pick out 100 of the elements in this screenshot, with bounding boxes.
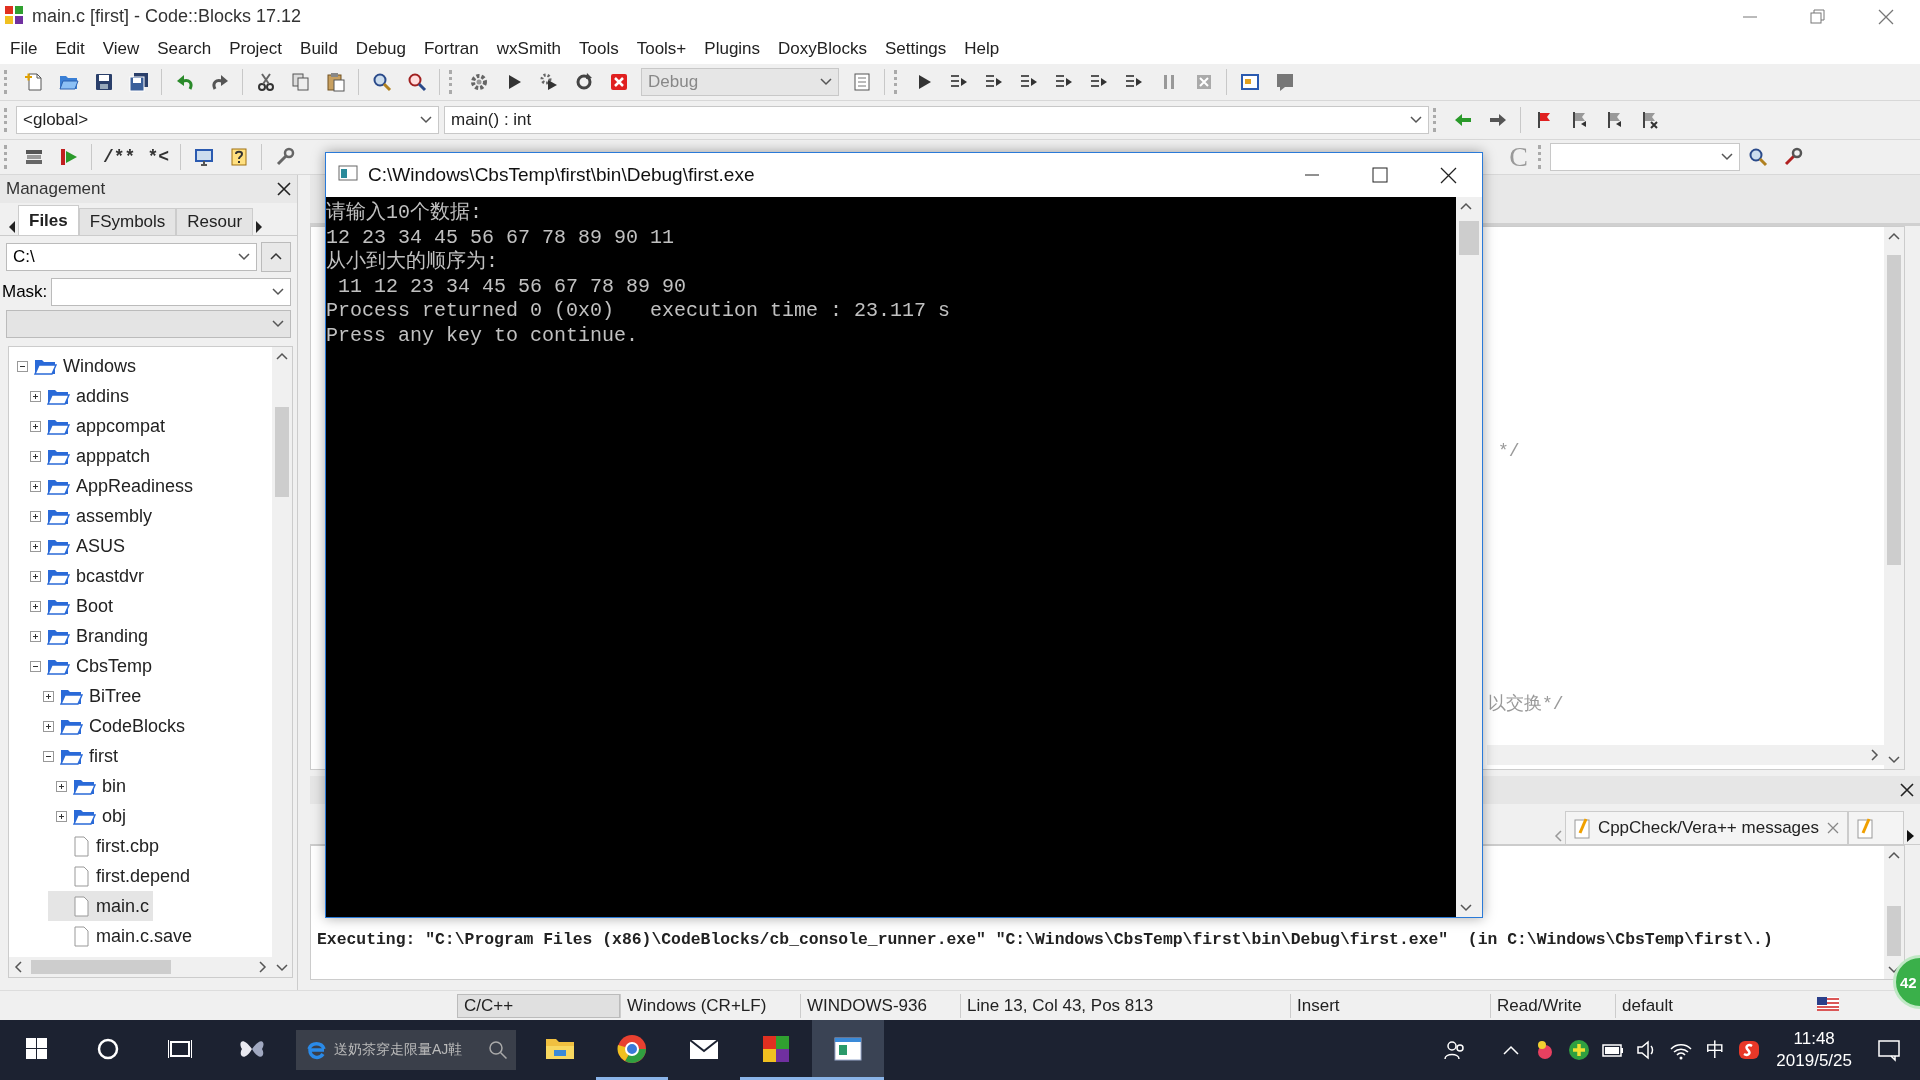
doxygen-button[interactable]: /** [97, 142, 142, 172]
tree-item[interactable]: Branding [22, 621, 149, 651]
menu-item[interactable]: Search [148, 34, 221, 63]
arrow-icon[interactable] [58, 147, 79, 167]
clipboard-icon[interactable] [325, 72, 346, 92]
tree-item[interactable]: bcastdvr [22, 561, 145, 591]
scrollbar-thumb[interactable] [275, 407, 289, 497]
plus-icon[interactable] [1568, 1039, 1591, 1061]
menu-item[interactable]: File [1, 34, 47, 63]
menu-item[interactable]: Tools [570, 34, 628, 63]
tree-item[interactable]: CbsTemp [22, 651, 153, 681]
tree-item[interactable]: CodeBlocks [35, 711, 186, 741]
scrollbar-thumb[interactable] [1887, 255, 1901, 565]
tree-item[interactable]: ASUS [22, 531, 126, 561]
tree-item[interactable]: addins [22, 381, 130, 411]
tree-item[interactable]: first [35, 741, 118, 771]
function-dropdown[interactable]: main() : int [444, 106, 1429, 134]
tab[interactable]: CppCheck/Vera++ messages [1564, 811, 1848, 844]
tree-item[interactable]: BiTree [35, 681, 142, 711]
up-button[interactable] [261, 242, 291, 272]
expand-icon[interactable] [43, 720, 54, 732]
save-icon[interactable] [93, 72, 114, 92]
wrench-icon[interactable] [274, 147, 295, 167]
expand-icon[interactable] [43, 690, 54, 702]
notification-icon[interactable] [1877, 1038, 1901, 1062]
clock-time[interactable]: 11:48 [1793, 1028, 1835, 1050]
menu-item[interactable]: wxSmith [487, 34, 570, 63]
scrollbar-thumb[interactable] [1887, 906, 1901, 956]
expand-icon[interactable] [30, 480, 41, 492]
menu-item[interactable]: Settings [875, 34, 956, 63]
scrollbar[interactable] [1884, 227, 1904, 769]
scrollbar[interactable] [9, 957, 272, 977]
expand-icon[interactable] [30, 420, 41, 432]
monitor-icon[interactable] [193, 147, 214, 167]
tree-item[interactable]: Boot [22, 591, 114, 621]
wrench-icon[interactable] [1782, 147, 1803, 167]
menu-item[interactable]: Plugins [695, 34, 770, 63]
close-icon[interactable] [1439, 166, 1457, 184]
tree-item[interactable]: apppatch [22, 441, 151, 471]
copy-icon[interactable] [290, 72, 311, 92]
scrollbar[interactable] [1487, 745, 1884, 765]
tree-item[interactable]: first.depend [48, 861, 191, 891]
tree-item[interactable]: bin [48, 771, 127, 801]
menu-item[interactable]: Fortran [414, 34, 488, 63]
browser-icon[interactable] [616, 1032, 648, 1065]
scrollbar-thumb[interactable] [1459, 221, 1479, 255]
path-dropdown[interactable]: C:\ [6, 243, 257, 271]
tree-item[interactable]: assembly [22, 501, 153, 531]
expand-icon[interactable] [56, 780, 67, 792]
build-run-icon[interactable] [538, 72, 559, 92]
flag-icon[interactable] [1817, 996, 1839, 1011]
expand-icon[interactable] [30, 540, 41, 552]
maximize-icon[interactable] [1372, 167, 1388, 183]
people-icon[interactable] [1444, 1039, 1467, 1061]
close-icon[interactable] [1900, 783, 1914, 797]
tree-item[interactable]: obj [48, 801, 127, 831]
tab[interactable]: Resour [176, 208, 254, 235]
tree-item[interactable]: Windows [9, 351, 137, 381]
menu-item[interactable]: Project [220, 34, 292, 63]
search-icon[interactable] [1747, 147, 1768, 167]
tab[interactable]: Files [18, 205, 79, 235]
doxygen-button[interactable]: *< [141, 142, 175, 172]
clock-date[interactable]: 2019/5/25 [1776, 1050, 1852, 1072]
window-icon[interactable] [1239, 72, 1260, 92]
collapse-icon[interactable] [43, 750, 54, 762]
menu-item[interactable]: DoxyBlocks [769, 34, 876, 63]
collapse-icon[interactable] [30, 660, 41, 672]
gear-icon[interactable] [468, 72, 489, 92]
scrollbar[interactable] [1884, 846, 1904, 979]
tree-item[interactable]: appcompat [22, 411, 166, 441]
scope-dropdown[interactable]: <global> [16, 106, 439, 134]
replace-icon[interactable] [406, 72, 427, 92]
scrollbar[interactable] [1456, 197, 1482, 917]
tree-item[interactable]: AppReadiness [22, 471, 194, 501]
scissors-icon[interactable] [255, 72, 276, 92]
abort-icon[interactable] [608, 72, 629, 92]
document-icon[interactable] [851, 72, 872, 92]
chevron-up-icon[interactable] [1502, 1043, 1521, 1057]
taskbar-app[interactable] [812, 1020, 884, 1080]
tree-item[interactable]: main.c.save [48, 921, 193, 951]
menu-item[interactable]: Build [291, 34, 347, 63]
scrollbar[interactable] [272, 347, 292, 977]
expand-icon[interactable] [56, 810, 67, 822]
scrollbar-thumb[interactable] [31, 960, 171, 974]
restore-icon[interactable] [1810, 8, 1826, 25]
circle-icon[interactable] [97, 1037, 119, 1060]
tree-item[interactable]: main.c [48, 891, 153, 921]
expand-icon[interactable] [30, 450, 41, 462]
expand-icon[interactable] [30, 630, 41, 642]
menu-item[interactable]: Tools+ [627, 34, 696, 63]
search-field[interactable]: 送奶茶穿走限量AJ鞋 [296, 1030, 516, 1070]
tab-scroll-right-icon[interactable] [1904, 828, 1916, 844]
collapse-icon[interactable] [17, 360, 28, 372]
speech-bubble-icon[interactable] [1274, 72, 1295, 92]
expand-icon[interactable] [30, 570, 41, 582]
start-icon[interactable] [25, 1038, 47, 1059]
expand-icon[interactable] [30, 600, 41, 612]
save-all-icon[interactable] [128, 72, 149, 92]
input-method-icon[interactable] [1737, 1038, 1762, 1062]
input-method-indicator[interactable]: 中 [1698, 1037, 1733, 1063]
